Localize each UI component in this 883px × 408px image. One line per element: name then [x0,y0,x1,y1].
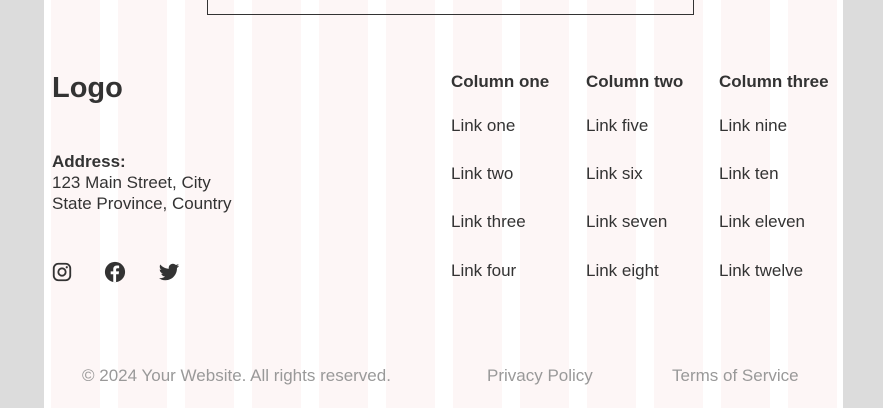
footer-link[interactable]: Link eight [586,261,659,281]
address-line-2: State Province, Country [52,194,232,213]
footer-link[interactable]: Link nine [719,116,787,136]
address-block: Address: 123 Main Street, City State Pro… [52,151,232,214]
facebook-icon[interactable] [104,261,126,283]
footer-link[interactable]: Link six [586,164,643,184]
footer-column-two: Column two Link five Link six Link seven… [586,72,684,280]
footer-link[interactable]: Link two [451,164,513,184]
column-title: Column two [586,72,684,91]
address-line-1: 123 Main Street, City [52,173,211,192]
footer-link[interactable]: Link one [451,116,515,136]
footer-column-one: Column one Link one Link two Link three … [451,72,550,280]
footer-link[interactable]: Link five [586,116,648,136]
content-box [207,0,694,15]
terms-of-service-link[interactable]: Terms of Service [672,366,799,386]
footer-link[interactable]: Link eleven [719,212,805,232]
footer-link[interactable]: Link three [451,212,526,232]
footer-link[interactable]: Link twelve [719,261,803,281]
instagram-icon[interactable] [51,261,73,283]
footer-link[interactable]: Link ten [719,164,779,184]
column-title: Column three [719,72,829,91]
footer-link[interactable]: Link seven [586,212,667,232]
column-title: Column one [451,72,550,91]
footer-link[interactable]: Link four [451,261,516,281]
logo[interactable]: Logo [52,72,123,105]
privacy-policy-link[interactable]: Privacy Policy [487,366,593,386]
address-label: Address: [52,152,126,171]
twitter-icon[interactable] [158,261,180,283]
copyright: © 2024 Your Website. All rights reserved… [82,366,391,385]
footer-column-three: Column three Link nine Link ten Link ele… [719,72,829,280]
